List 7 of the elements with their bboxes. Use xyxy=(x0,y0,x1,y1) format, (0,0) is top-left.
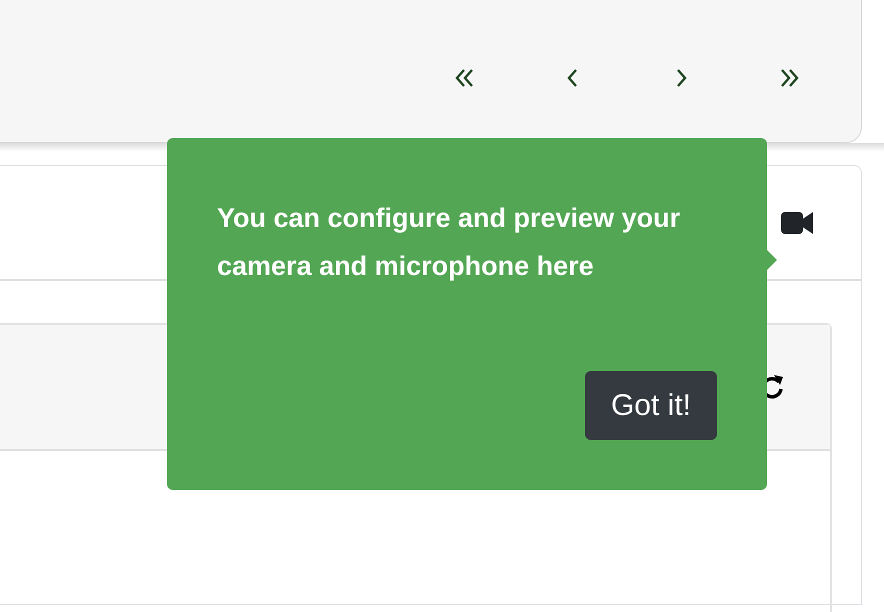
video-camera-icon[interactable] xyxy=(781,212,813,234)
double-chevron-right-icon xyxy=(779,69,799,87)
got-it-button[interactable]: Got it! xyxy=(584,371,717,440)
double-chevron-left-icon xyxy=(455,69,475,87)
popover-text: You can configure and preview your camera and microphone here xyxy=(217,202,682,283)
chevron-left-icon xyxy=(567,69,579,87)
chevron-right-icon xyxy=(675,69,687,87)
